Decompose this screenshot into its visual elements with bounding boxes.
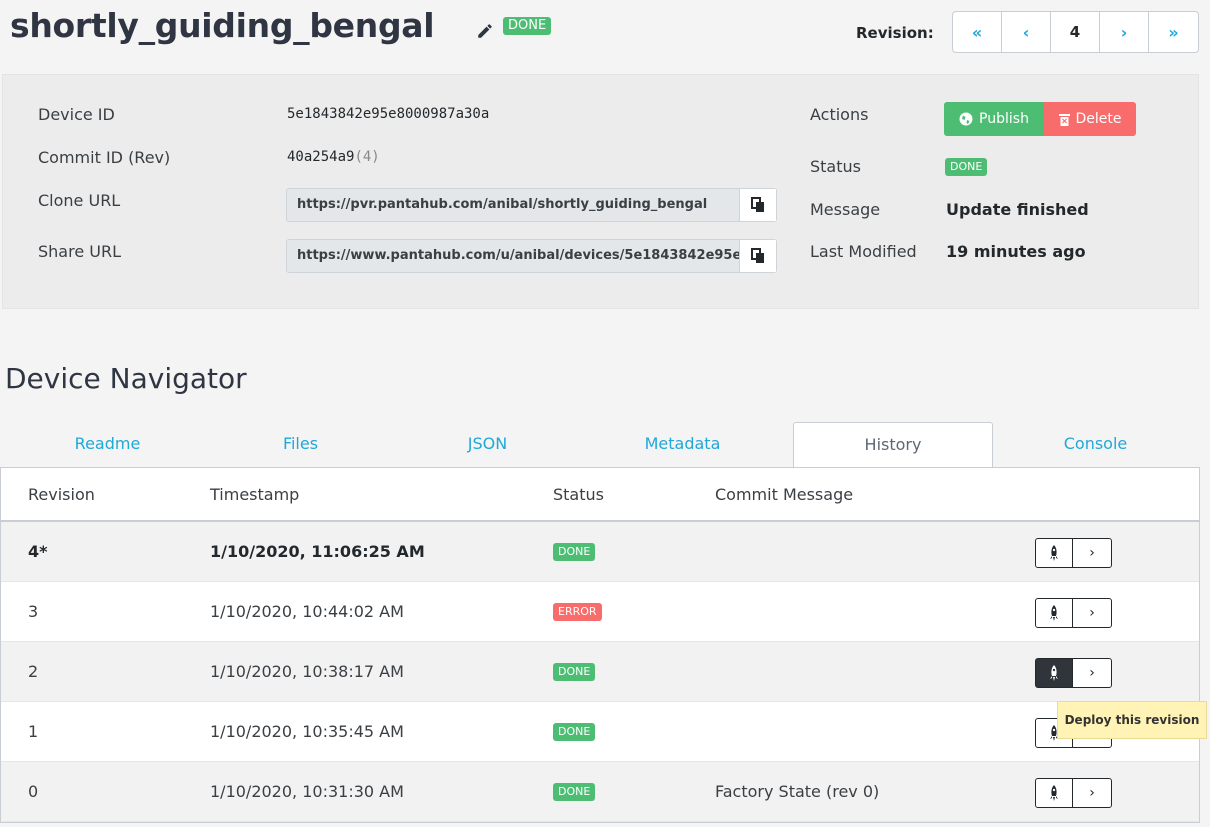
trash-icon xyxy=(1058,113,1070,126)
history-table: Revision Timestamp Status Commit Message… xyxy=(0,467,1200,823)
publish-label: Publish xyxy=(979,111,1029,127)
last-revision-button[interactable]: » xyxy=(1149,12,1198,52)
share-url-value[interactable]: https://www.pantahub.com/u/anibal/device… xyxy=(287,240,739,272)
timestamp-cell: 1/10/2020, 10:44:02 AM xyxy=(210,602,404,621)
tab-json[interactable]: JSON xyxy=(395,422,580,468)
rocket-icon xyxy=(1050,665,1058,681)
publish-button[interactable]: Publish xyxy=(944,102,1044,136)
row-actions: › xyxy=(1035,538,1112,568)
clone-url-field[interactable]: https://pvr.pantahub.com/anibal/shortly_… xyxy=(286,188,777,222)
timestamp-cell: 1/10/2020, 10:31:30 AM xyxy=(210,782,404,801)
status-badge: DONE xyxy=(945,158,988,176)
delete-button[interactable]: Delete xyxy=(1044,102,1136,136)
actions-label: Actions xyxy=(810,105,869,124)
current-revision: 4 xyxy=(1051,12,1100,52)
device-id-label: Device ID xyxy=(38,105,115,124)
share-url-label: Share URL xyxy=(38,242,121,261)
rocket-icon xyxy=(1050,605,1058,621)
table-row: 2 1/10/2020, 10:38:17 AM DONE › xyxy=(1,642,1199,702)
commit-id-value: 40a254a9(4) xyxy=(287,149,380,165)
navigator-tabs: Readme Files JSON Metadata History Conso… xyxy=(0,422,1200,468)
column-header-commit-message: Commit Message xyxy=(715,485,854,504)
prev-revision-button[interactable]: ‹ xyxy=(1002,12,1051,52)
revision-cell: 0 xyxy=(28,782,39,801)
copy-icon xyxy=(751,197,764,212)
status-badge: DONE xyxy=(553,543,596,561)
clone-url-label: Clone URL xyxy=(38,191,121,210)
copy-clone-url-button[interactable] xyxy=(739,189,776,221)
commit-message-cell: Factory State (rev 0) xyxy=(715,782,880,801)
table-row: 1 1/10/2020, 10:35:45 AM DONE › xyxy=(1,702,1199,762)
timestamp-cell: 1/10/2020, 10:35:45 AM xyxy=(210,722,404,741)
last-modified-label: Last Modified xyxy=(810,242,917,261)
share-url-field[interactable]: https://www.pantahub.com/u/anibal/device… xyxy=(286,239,777,273)
view-revision-button[interactable]: › xyxy=(1073,659,1111,687)
tab-console[interactable]: Console xyxy=(1003,422,1188,468)
row-actions: › xyxy=(1035,778,1112,808)
deploy-revision-button[interactable] xyxy=(1036,599,1073,627)
revision-cell: 2 xyxy=(28,662,39,681)
timestamp-cell: 1/10/2020, 11:06:25 AM xyxy=(210,542,425,561)
message-label: Message xyxy=(810,200,881,219)
deploy-tooltip: Deploy this revision xyxy=(1057,701,1207,739)
delete-label: Delete xyxy=(1075,111,1122,127)
rocket-icon xyxy=(1050,545,1058,561)
column-header-revision: Revision xyxy=(28,485,95,504)
status-badge: DONE xyxy=(503,17,552,35)
copy-share-url-button[interactable] xyxy=(739,240,776,272)
status-badge: DONE xyxy=(553,663,596,681)
table-row: 4* 1/10/2020, 11:06:25 AM DONE › xyxy=(1,522,1199,582)
column-header-timestamp: Timestamp xyxy=(210,485,300,504)
commit-id-label: Commit ID (Rev) xyxy=(38,148,171,167)
table-header: Revision Timestamp Status Commit Message xyxy=(1,468,1199,522)
deploy-revision-button[interactable] xyxy=(1036,659,1073,687)
status-badge: ERROR xyxy=(553,603,602,621)
revision-pager: « ‹ 4 › » xyxy=(952,11,1199,53)
tab-readme[interactable]: Readme xyxy=(15,422,200,468)
deploy-revision-button[interactable] xyxy=(1036,779,1073,807)
next-revision-button[interactable]: › xyxy=(1100,12,1149,52)
globe-icon xyxy=(959,112,973,126)
deploy-revision-button[interactable] xyxy=(1036,539,1073,567)
status-badge: DONE xyxy=(553,723,596,741)
tab-files[interactable]: Files xyxy=(208,422,393,468)
revision-cell: 1 xyxy=(28,722,39,741)
tab-metadata[interactable]: Metadata xyxy=(590,422,775,468)
page-header: shortly_guiding_bengal DONE Revision: « … xyxy=(0,0,1210,66)
view-revision-button[interactable]: › xyxy=(1073,599,1111,627)
row-actions: › xyxy=(1035,658,1112,688)
status-label: Status xyxy=(810,157,861,176)
status-badge: DONE xyxy=(553,783,596,801)
last-modified-value: 19 minutes ago xyxy=(946,242,1086,261)
revision-label: Revision: xyxy=(856,24,934,42)
table-row: 3 1/10/2020, 10:44:02 AM ERROR › xyxy=(1,582,1199,642)
column-header-status: Status xyxy=(553,485,604,504)
first-revision-button[interactable]: « xyxy=(953,12,1002,52)
revision-cell: 3 xyxy=(28,602,39,621)
tab-history[interactable]: History xyxy=(793,422,993,468)
pencil-icon[interactable] xyxy=(476,22,494,40)
copy-icon xyxy=(751,248,764,263)
device-navigator-title: Device Navigator xyxy=(5,362,247,395)
view-revision-button[interactable]: › xyxy=(1073,779,1111,807)
row-actions: › xyxy=(1035,598,1112,628)
revision-cell: 4* xyxy=(28,542,48,561)
view-revision-button[interactable]: › xyxy=(1073,539,1111,567)
device-title: shortly_guiding_bengal xyxy=(10,6,435,45)
timestamp-cell: 1/10/2020, 10:38:17 AM xyxy=(210,662,404,681)
rocket-icon xyxy=(1050,785,1058,801)
message-value: Update finished xyxy=(946,200,1089,219)
clone-url-value[interactable]: https://pvr.pantahub.com/anibal/shortly_… xyxy=(287,189,739,221)
device-id-value: 5e1843842e95e8000987a30a xyxy=(287,106,490,122)
table-row: 0 1/10/2020, 10:31:30 AM DONE Factory St… xyxy=(1,762,1199,822)
